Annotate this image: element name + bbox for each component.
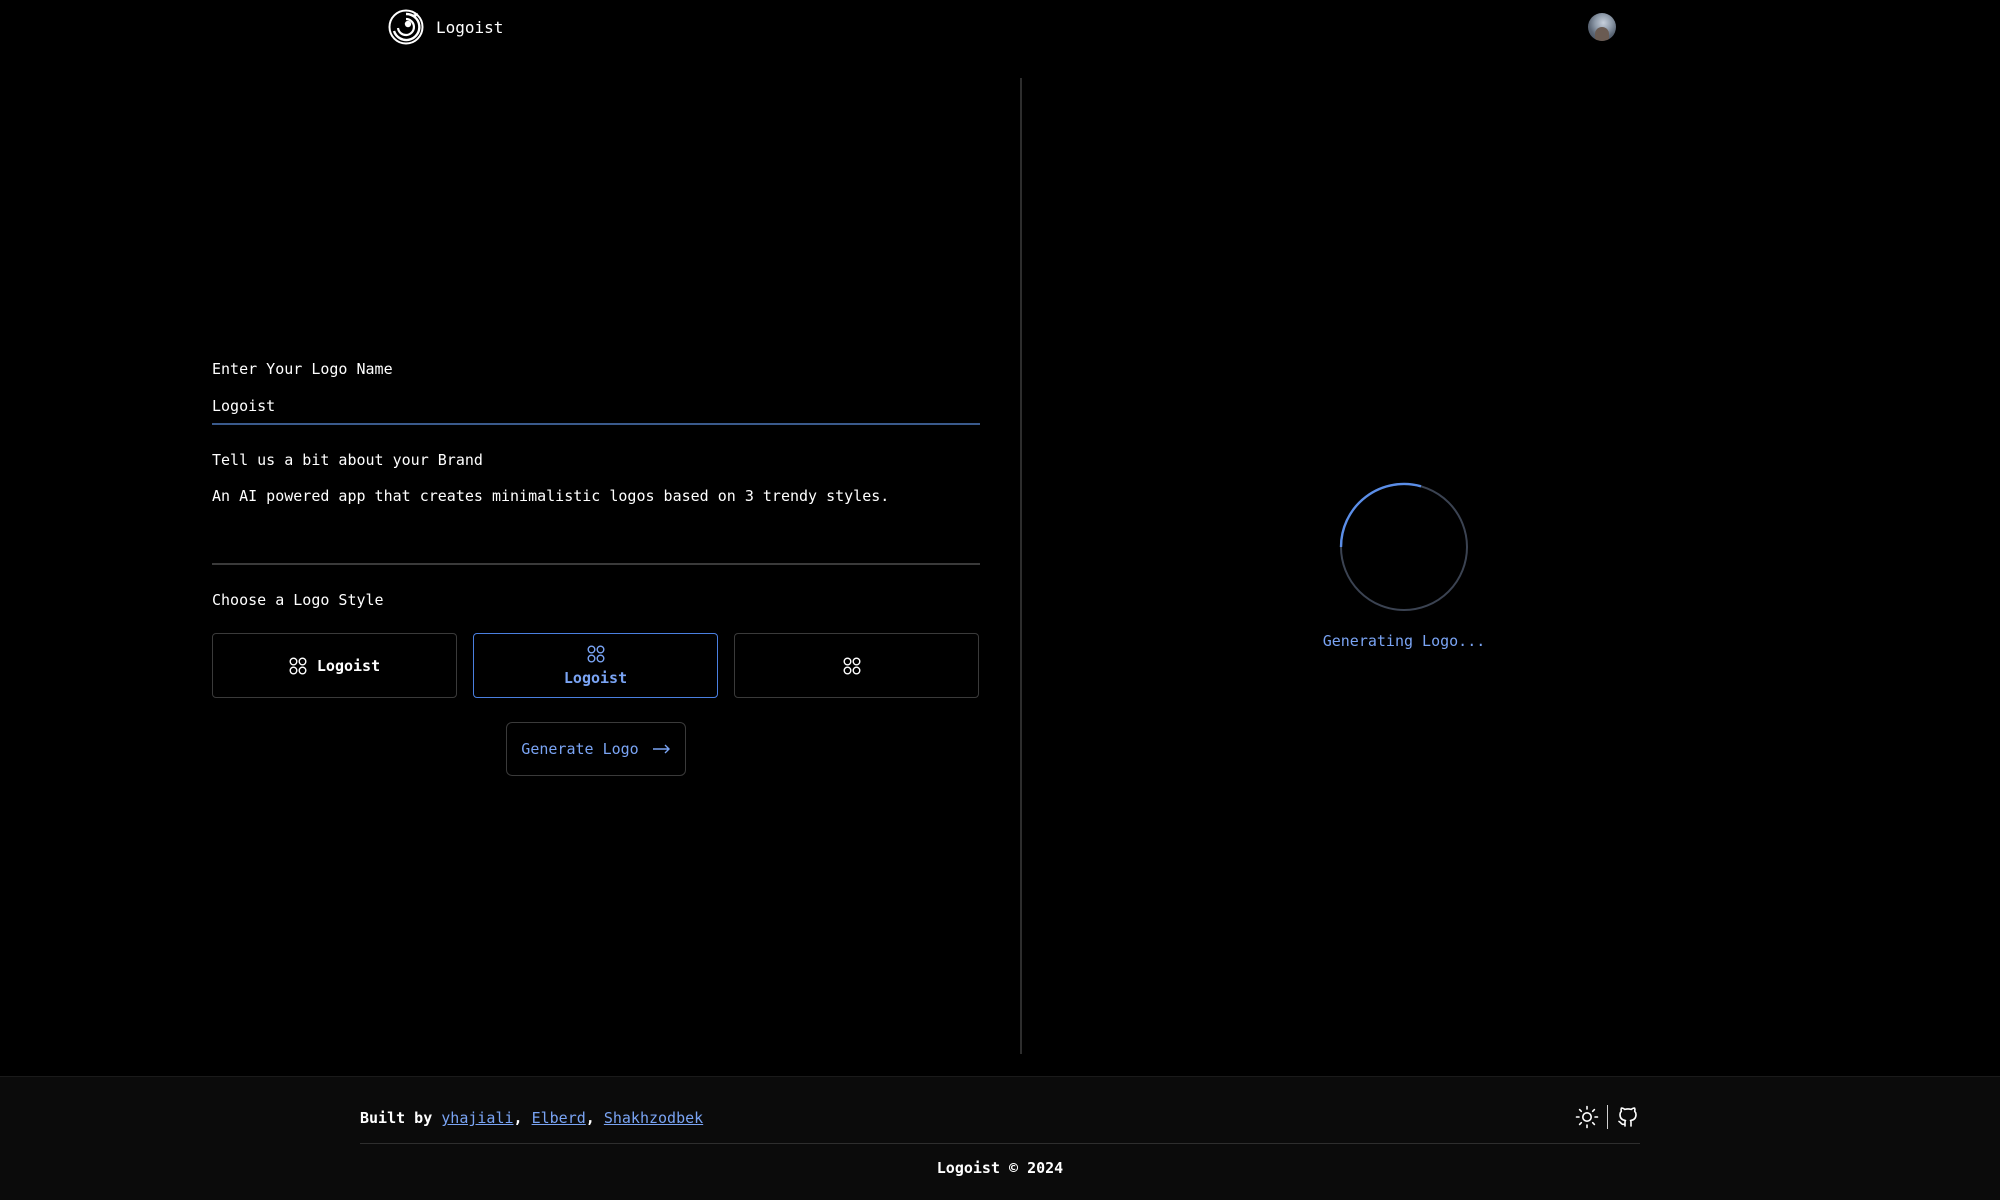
author-link[interactable]: yhajiali	[441, 1109, 513, 1127]
style-option-1[interactable]: Logoist	[212, 633, 457, 698]
sun-icon[interactable]	[1575, 1105, 1599, 1129]
generate-logo-label: Generate Logo	[521, 740, 639, 758]
logo-name-input[interactable]	[212, 397, 980, 425]
style-option-label: Logoist	[563, 668, 628, 687]
credits: Built by yhajiali, Elberd, Shakhzodbek	[360, 1109, 704, 1127]
logo-style-options: Logoist Logoist	[212, 633, 980, 698]
github-icon[interactable]	[1616, 1105, 1640, 1129]
user-avatar[interactable]	[1588, 13, 1616, 41]
grid-four-circles-icon	[289, 657, 307, 674]
style-option-label: Logoist	[316, 656, 381, 675]
app-name: Logoist	[436, 17, 504, 37]
footer-divider	[1607, 1105, 1608, 1129]
author-link[interactable]: Shakhzodbek	[604, 1109, 703, 1127]
logo-form: Enter Your Logo Name Tell us a bit about…	[212, 360, 980, 776]
brand-description-label: Tell us a bit about your Brand	[212, 451, 483, 469]
style-option-3[interactable]	[734, 633, 979, 698]
footer-actions	[1575, 1105, 1640, 1129]
panel-divider	[1020, 78, 1022, 1054]
footer-divider-line	[360, 1143, 1640, 1144]
logo-preview: Generating Logo...	[1294, 482, 1514, 650]
logoist-swirl-icon	[388, 9, 424, 45]
author-link[interactable]: Elberd	[532, 1109, 586, 1127]
arrow-right-icon	[652, 744, 670, 754]
grid-four-circles-icon	[843, 657, 860, 674]
grid-four-circles-icon	[587, 645, 604, 662]
style-option-2[interactable]: Logoist	[473, 633, 718, 698]
generate-logo-button[interactable]: Generate Logo	[506, 722, 686, 776]
generating-status: Generating Logo...	[1322, 632, 1486, 650]
built-by-label: Built by	[360, 1109, 433, 1127]
home-link[interactable]: Logoist	[388, 9, 503, 45]
logo-name-label: Enter Your Logo Name	[212, 360, 393, 378]
top-nav: Logoist	[0, 0, 2000, 56]
footer: Built by yhajiali, Elberd, Shakhzodbek L…	[0, 1076, 2000, 1200]
logo-style-label: Choose a Logo Style	[212, 591, 384, 609]
copyright: Logoist © 2024	[936, 1159, 1064, 1177]
brand-description-textarea[interactable]: An AI powered app that creates minimalis…	[212, 485, 980, 565]
loading-spinner-icon	[1339, 482, 1468, 611]
